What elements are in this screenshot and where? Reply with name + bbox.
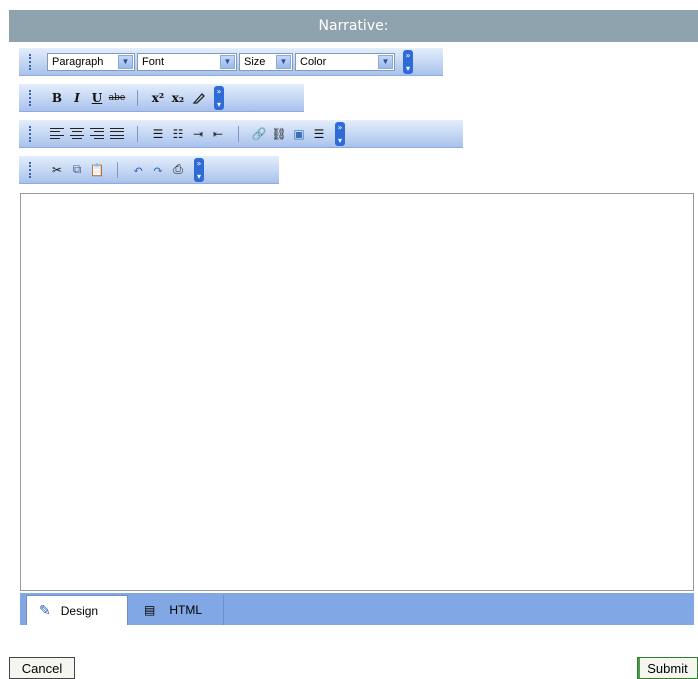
cancel-button[interactable]: Cancel xyxy=(9,657,75,679)
expand-toolbar-icon[interactable]: » ▾ xyxy=(403,49,413,74)
strikethrough-button[interactable]: abe xyxy=(107,88,127,108)
toolbar-separator xyxy=(137,89,138,106)
insert-image-icon[interactable]: ▣ xyxy=(289,124,309,144)
insert-link-icon[interactable]: 🔗 xyxy=(249,124,269,144)
eraser-icon[interactable] xyxy=(188,88,208,108)
copy-icon[interactable]: ⧉ xyxy=(67,160,87,180)
expand-toolbar-icon[interactable]: » ▾ xyxy=(194,157,204,182)
indent-icon[interactable]: ⇥ xyxy=(188,124,208,144)
chevron-down-icon: ▼ xyxy=(118,54,133,69)
outdent-icon[interactable]: ⇤ xyxy=(208,124,228,144)
chevron-down-icon: ▼ xyxy=(276,54,291,69)
font-dropdown[interactable]: Font ▼ xyxy=(137,52,237,71)
print-icon[interactable]: ⎙ xyxy=(168,160,188,180)
bold-button[interactable]: B xyxy=(47,88,67,108)
italic-button[interactable]: I xyxy=(67,88,87,108)
tab-html[interactable]: ▤ HTML xyxy=(128,595,224,625)
toolbar-grip-icon[interactable] xyxy=(29,89,41,106)
tab-design[interactable]: ✎ Design xyxy=(26,595,128,625)
toolbar-separator xyxy=(117,161,118,178)
expand-toolbar-icon[interactable]: » ▾ xyxy=(214,85,224,110)
toolbar-separator xyxy=(137,125,138,142)
text-style-toolbar: B I U abe x² x₂ » ▾ xyxy=(19,84,304,112)
align-center-icon[interactable] xyxy=(67,124,87,144)
justify-icon[interactable] xyxy=(107,124,127,144)
chevron-down-icon: ▼ xyxy=(378,54,393,69)
submit-button[interactable]: Submit xyxy=(637,657,698,679)
undo-icon[interactable]: ↶ xyxy=(128,160,148,180)
expand-toolbar-icon[interactable]: » ▾ xyxy=(335,121,345,146)
paragraph-dropdown[interactable]: Paragraph ▼ xyxy=(47,52,135,71)
horizontal-rule-icon[interactable]: ☰ xyxy=(309,124,329,144)
toolbar-grip-icon[interactable] xyxy=(29,161,41,178)
bullet-list-icon[interactable]: ☰ xyxy=(148,124,168,144)
html-mode-icon: ▤ xyxy=(144,603,156,617)
align-right-icon[interactable] xyxy=(87,124,107,144)
chevron-down-icon: ▼ xyxy=(220,54,235,69)
size-dropdown[interactable]: Size ▼ xyxy=(239,52,293,71)
superscript-button[interactable]: x² xyxy=(148,88,168,108)
underline-button[interactable]: U xyxy=(87,88,107,108)
numbered-list-icon[interactable]: ☷ xyxy=(168,124,188,144)
paste-icon[interactable]: 📋 xyxy=(87,160,107,180)
editor-content-area[interactable] xyxy=(20,193,694,591)
toolbar-separator xyxy=(238,125,239,142)
remove-link-icon[interactable]: ⛓ xyxy=(269,124,289,144)
color-dropdown[interactable]: Color ▼ xyxy=(295,52,395,71)
format-toolbar: Paragraph ▼ Font ▼ Size ▼ Color ▼ » ▾ xyxy=(19,48,443,76)
toolbar-grip-icon[interactable] xyxy=(29,125,41,142)
cut-icon[interactable]: ✂ xyxy=(47,160,67,180)
align-left-icon[interactable] xyxy=(47,124,67,144)
narrative-header: Narrative: xyxy=(9,10,698,42)
editor-mode-bar: ✎ Design ▤ HTML xyxy=(20,593,694,625)
redo-icon[interactable]: ↷ xyxy=(148,160,168,180)
subscript-button[interactable]: x₂ xyxy=(168,88,188,108)
toolbar-grip-icon[interactable] xyxy=(29,53,41,70)
design-mode-icon: ✎ xyxy=(39,602,51,618)
page-title: Narrative: xyxy=(318,18,389,34)
paragraph-toolbar: ☰ ☷ ⇥ ⇤ 🔗 ⛓ ▣ ☰ » ▾ xyxy=(19,120,463,148)
clipboard-toolbar: ✂ ⧉ 📋 ↶ ↷ ⎙ » ▾ xyxy=(19,156,279,184)
